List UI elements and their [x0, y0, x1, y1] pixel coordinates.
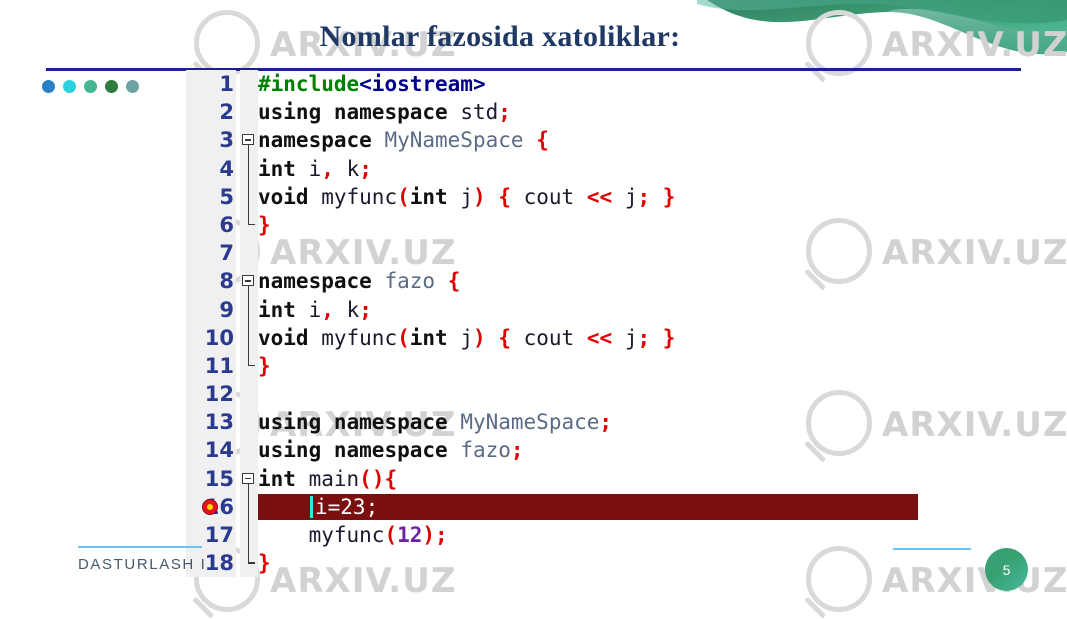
code-text: using namespace std; [258, 100, 511, 125]
line-number: 7 [186, 239, 236, 268]
code-text: void myfunc(int j) { cout << j; } [258, 325, 676, 350]
line-number: 14 [186, 436, 236, 465]
code-text: namespace fazo { [258, 269, 461, 294]
fold-marker[interactable] [240, 464, 258, 494]
code-line[interactable]: 17 myfunc(12); [186, 521, 946, 550]
code-line[interactable]: 3 namespace MyNameSpace { [186, 126, 946, 156]
code-text: int i, k; [258, 156, 372, 181]
code-line[interactable]: 10 void myfunc(int j) { cout << j; } [186, 323, 946, 352]
highlighted-code-text: i=23; [315, 494, 379, 519]
breakpoint-icon[interactable] [202, 498, 218, 515]
fold-marker[interactable] [240, 126, 258, 156]
fold-marker[interactable] [240, 267, 258, 297]
code-line[interactable]: 13 using namespace MyNameSpace; [186, 408, 946, 437]
fold-marker [240, 521, 258, 550]
code-line[interactable]: 1 #include<iostream> [186, 70, 946, 99]
line-number: 17 [186, 521, 236, 550]
code-text: using namespace MyNameSpace; [258, 410, 613, 435]
line-number: 6 [186, 210, 236, 240]
code-text: using namespace fazo; [258, 438, 524, 463]
code-line[interactable]: 8 namespace fazo { [186, 267, 946, 297]
line-number: 4 [186, 154, 236, 183]
fold-marker [240, 70, 258, 99]
bullet-dots [42, 80, 139, 93]
fold-marker [240, 210, 258, 240]
line-number: 3 [186, 126, 236, 155]
fold-marker [240, 549, 258, 578]
fold-marker [240, 154, 258, 183]
line-number: 15 [186, 464, 236, 493]
fold-marker [240, 295, 258, 324]
code-text: void myfunc(int j) { cout << j; } [258, 184, 676, 209]
code-text: #include<iostream> [258, 72, 486, 96]
code-line[interactable]: 18} [186, 549, 946, 578]
code-line[interactable]: 2 using namespace std; [186, 98, 946, 127]
code-line[interactable]: 4 int i, k; [186, 154, 946, 183]
dot-green [105, 80, 118, 93]
line-number: 16 [186, 492, 236, 521]
footer-text: DASTURLASH I [78, 556, 207, 573]
fold-marker [240, 98, 258, 127]
code-line[interactable]: 14 using namespace fazo; [186, 436, 946, 465]
dot-blue [42, 80, 55, 93]
fold-marker [240, 408, 258, 437]
dot-cyan [63, 80, 76, 93]
line-number: 2 [186, 98, 236, 127]
fold-marker [240, 380, 258, 409]
line-number: 10 [186, 323, 236, 352]
line-number: 9 [186, 295, 236, 324]
footer-line-left [78, 546, 202, 548]
line-number: 1 [186, 70, 236, 99]
code-text: int main(){ [258, 466, 398, 491]
code-line[interactable]: 7 [186, 239, 946, 268]
code-editor[interactable]: 1 #include<iostream> 2 using namespace std;… [186, 70, 946, 578]
code-text: } [258, 551, 271, 576]
fold-marker [240, 492, 258, 521]
code-line[interactable]: 5 void myfunc(int j) { cout << j; } [186, 182, 946, 211]
code-text: int i, k; [258, 297, 372, 322]
dot-teal [84, 80, 97, 93]
code-line[interactable]: 12 [186, 380, 946, 409]
fold-marker [240, 239, 258, 268]
current-line-highlight: i=23; [258, 493, 918, 520]
line-number: 11 [186, 351, 236, 381]
fold-marker [240, 323, 258, 352]
page-title: Nomlar fazosida xatoliklar: [319, 20, 681, 53]
code-line[interactable]: 9 int i, k; [186, 295, 946, 324]
code-line[interactable]: 11} [186, 351, 946, 381]
line-number: 8 [186, 267, 236, 296]
footer-line-right [893, 548, 971, 550]
line-number: 5 [186, 182, 236, 211]
code-line[interactable]: 16 i=23; [186, 492, 946, 521]
page-number-badge: 5 [985, 548, 1028, 591]
code-text: } [258, 212, 271, 237]
fold-marker [240, 351, 258, 381]
dot-gray [126, 80, 139, 93]
fold-marker [240, 182, 258, 211]
code-text: namespace MyNameSpace { [258, 128, 549, 153]
code-line[interactable]: 6} [186, 210, 946, 240]
text-cursor [310, 495, 313, 518]
line-number: 13 [186, 408, 236, 437]
line-number: 12 [186, 380, 236, 409]
code-text: } [258, 353, 271, 378]
fold-marker [240, 436, 258, 465]
code-text: myfunc(12); [308, 523, 448, 547]
code-line[interactable]: 15 int main(){ [186, 464, 946, 494]
